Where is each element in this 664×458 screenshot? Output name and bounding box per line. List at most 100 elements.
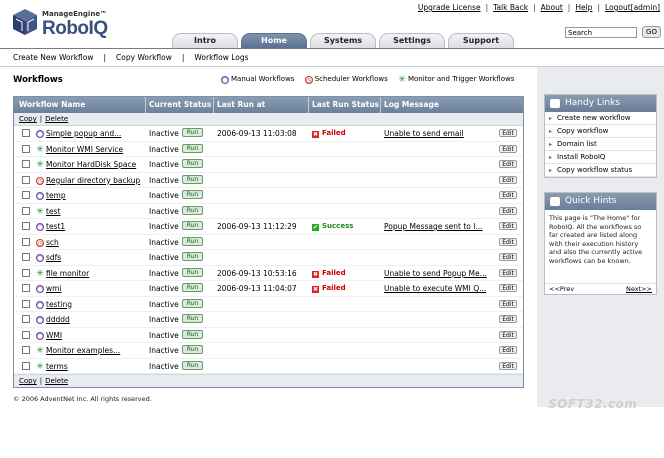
row-checkbox[interactable] xyxy=(22,284,30,292)
col-last-run-at[interactable]: Last Run at xyxy=(217,97,265,113)
edit-button[interactable]: Edit xyxy=(499,330,517,339)
workflow-name-link[interactable]: ddddd xyxy=(46,315,70,324)
help-link[interactable]: Help xyxy=(575,3,592,12)
handy-link-item[interactable]: ▸ Domain list xyxy=(545,138,656,151)
handy-link-label[interactable]: Copy workflow status xyxy=(557,166,632,174)
col-log-message[interactable]: Log Message xyxy=(384,97,439,113)
run-button[interactable]: Run xyxy=(182,205,203,215)
tab-settings[interactable]: Settings xyxy=(379,33,445,48)
row-checkbox[interactable] xyxy=(22,346,30,354)
copy-link-bottom[interactable]: Copy xyxy=(19,377,37,385)
row-checkbox[interactable] xyxy=(22,268,30,277)
workflow-name-link[interactable]: Monitor HardDisk Space xyxy=(46,160,136,169)
row-checkbox[interactable] xyxy=(22,160,30,168)
run-button[interactable]: Run xyxy=(182,174,203,184)
run-button[interactable]: Run xyxy=(182,329,203,339)
run-button[interactable]: Run xyxy=(182,345,203,354)
handy-link-label[interactable]: Create new workflow xyxy=(557,114,631,122)
create-new-workflow-link[interactable]: Create New Workflow xyxy=(13,53,94,62)
row-checkbox[interactable] xyxy=(22,299,30,308)
handy-link-item[interactable]: ▸ Create new workflow xyxy=(545,112,656,125)
workflow-name-link[interactable]: WMI xyxy=(46,331,62,340)
edit-button[interactable]: Edit xyxy=(499,284,517,292)
edit-button[interactable]: Edit xyxy=(499,346,517,354)
handy-link-label[interactable]: Domain list xyxy=(557,140,597,148)
edit-button[interactable]: Edit xyxy=(499,299,517,308)
row-checkbox[interactable] xyxy=(22,206,30,215)
edit-button[interactable]: Edit xyxy=(499,160,517,168)
col-current-status[interactable]: Current Status xyxy=(149,97,211,113)
row-checkbox[interactable] xyxy=(22,129,30,137)
tab-support[interactable]: Support xyxy=(448,33,514,48)
row-checkbox[interactable] xyxy=(22,253,30,261)
log-message-link[interactable]: Unable to execute WMI Q... xyxy=(384,284,486,293)
edit-button[interactable]: Edit xyxy=(499,237,517,246)
row-checkbox[interactable] xyxy=(22,330,30,339)
row-checkbox[interactable] xyxy=(22,191,30,199)
run-button[interactable]: Run xyxy=(182,159,203,168)
handy-link-label[interactable]: Copy workflow xyxy=(557,127,608,135)
talk-back-link[interactable]: Talk Back xyxy=(493,3,528,12)
workflow-name-link[interactable]: wmi xyxy=(46,284,62,293)
workflow-name-link[interactable]: sch xyxy=(46,238,59,247)
go-button[interactable]: GO xyxy=(642,26,661,38)
workflow-logs-link[interactable]: Workflow Logs xyxy=(194,53,248,62)
run-button[interactable]: Run xyxy=(182,221,203,230)
edit-button[interactable]: Edit xyxy=(499,253,517,261)
workflow-name-link[interactable]: Monitor examples... xyxy=(46,346,120,355)
run-button[interactable]: Run xyxy=(182,128,203,137)
row-checkbox[interactable] xyxy=(22,144,30,153)
handy-link-label[interactable]: Install RoboIQ xyxy=(557,153,605,161)
edit-button[interactable]: Edit xyxy=(499,361,517,370)
edit-button[interactable]: Edit xyxy=(499,206,517,215)
run-button[interactable]: Run xyxy=(182,314,203,323)
col-last-run-status[interactable]: Last Run Status xyxy=(312,97,379,113)
copy-workflow-link[interactable]: Copy Workflow xyxy=(116,53,172,62)
edit-button[interactable]: Edit xyxy=(499,315,517,323)
edit-button[interactable]: Edit xyxy=(499,222,517,230)
edit-button[interactable]: Edit xyxy=(499,268,517,277)
edit-button[interactable]: Edit xyxy=(499,129,517,137)
log-message-link[interactable]: Unable to send email xyxy=(384,129,464,138)
row-checkbox[interactable] xyxy=(22,222,30,230)
col-workflow-name[interactable]: Workflow Name xyxy=(19,97,85,113)
log-message-link[interactable]: Unable to send Popup Me... xyxy=(384,269,487,278)
workflow-name-link[interactable]: test1 xyxy=(46,222,65,231)
delete-link-bottom[interactable]: Delete xyxy=(45,377,68,385)
run-button[interactable]: Run xyxy=(182,267,203,277)
run-button[interactable]: Run xyxy=(182,236,203,246)
handy-link-item[interactable]: ▸ Install RoboIQ xyxy=(545,151,656,164)
run-button[interactable]: Run xyxy=(182,143,203,153)
workflow-name-link[interactable]: sdfs xyxy=(46,253,61,262)
handy-link-item[interactable]: ▸ Copy workflow xyxy=(545,125,656,138)
run-button[interactable]: Run xyxy=(182,190,203,199)
workflow-name-link[interactable]: testing xyxy=(46,300,72,309)
workflow-name-link[interactable]: Monitor WMI Service xyxy=(46,145,123,154)
logout-link[interactable]: Logout[admin] xyxy=(605,3,660,12)
prev-hint-link[interactable]: <<Prev xyxy=(549,285,574,293)
run-button[interactable]: Run xyxy=(182,298,203,308)
workflow-name-link[interactable]: file monitor xyxy=(46,269,89,278)
workflow-name-link[interactable]: temp xyxy=(46,191,66,200)
run-button[interactable]: Run xyxy=(182,360,203,370)
tab-home[interactable]: Home xyxy=(241,33,307,48)
workflow-name-link[interactable]: Simple popup and... xyxy=(46,129,121,138)
workflow-name-link[interactable]: terms xyxy=(46,362,68,371)
next-hint-link[interactable]: Next>> xyxy=(626,284,652,294)
upgrade-license-link[interactable]: Upgrade License xyxy=(418,3,481,12)
row-checkbox[interactable] xyxy=(22,361,30,370)
copy-link[interactable]: Copy xyxy=(19,115,37,123)
workflow-name-link[interactable]: Regular directory backup xyxy=(46,176,140,185)
about-link[interactable]: About xyxy=(541,3,563,12)
tab-systems[interactable]: Systems xyxy=(310,33,376,48)
tab-intro[interactable]: Intro xyxy=(172,33,238,48)
log-message-link[interactable]: Popup Message sent to l... xyxy=(384,222,483,231)
edit-button[interactable]: Edit xyxy=(499,144,517,153)
handy-link-item[interactable]: ▸ Copy workflow status xyxy=(545,164,656,177)
row-checkbox[interactable] xyxy=(22,315,30,323)
edit-button[interactable]: Edit xyxy=(499,175,517,184)
workflow-name-link[interactable]: test xyxy=(46,207,60,216)
search-input[interactable] xyxy=(565,27,637,38)
row-checkbox[interactable] xyxy=(22,175,30,184)
delete-link[interactable]: Delete xyxy=(45,115,68,123)
